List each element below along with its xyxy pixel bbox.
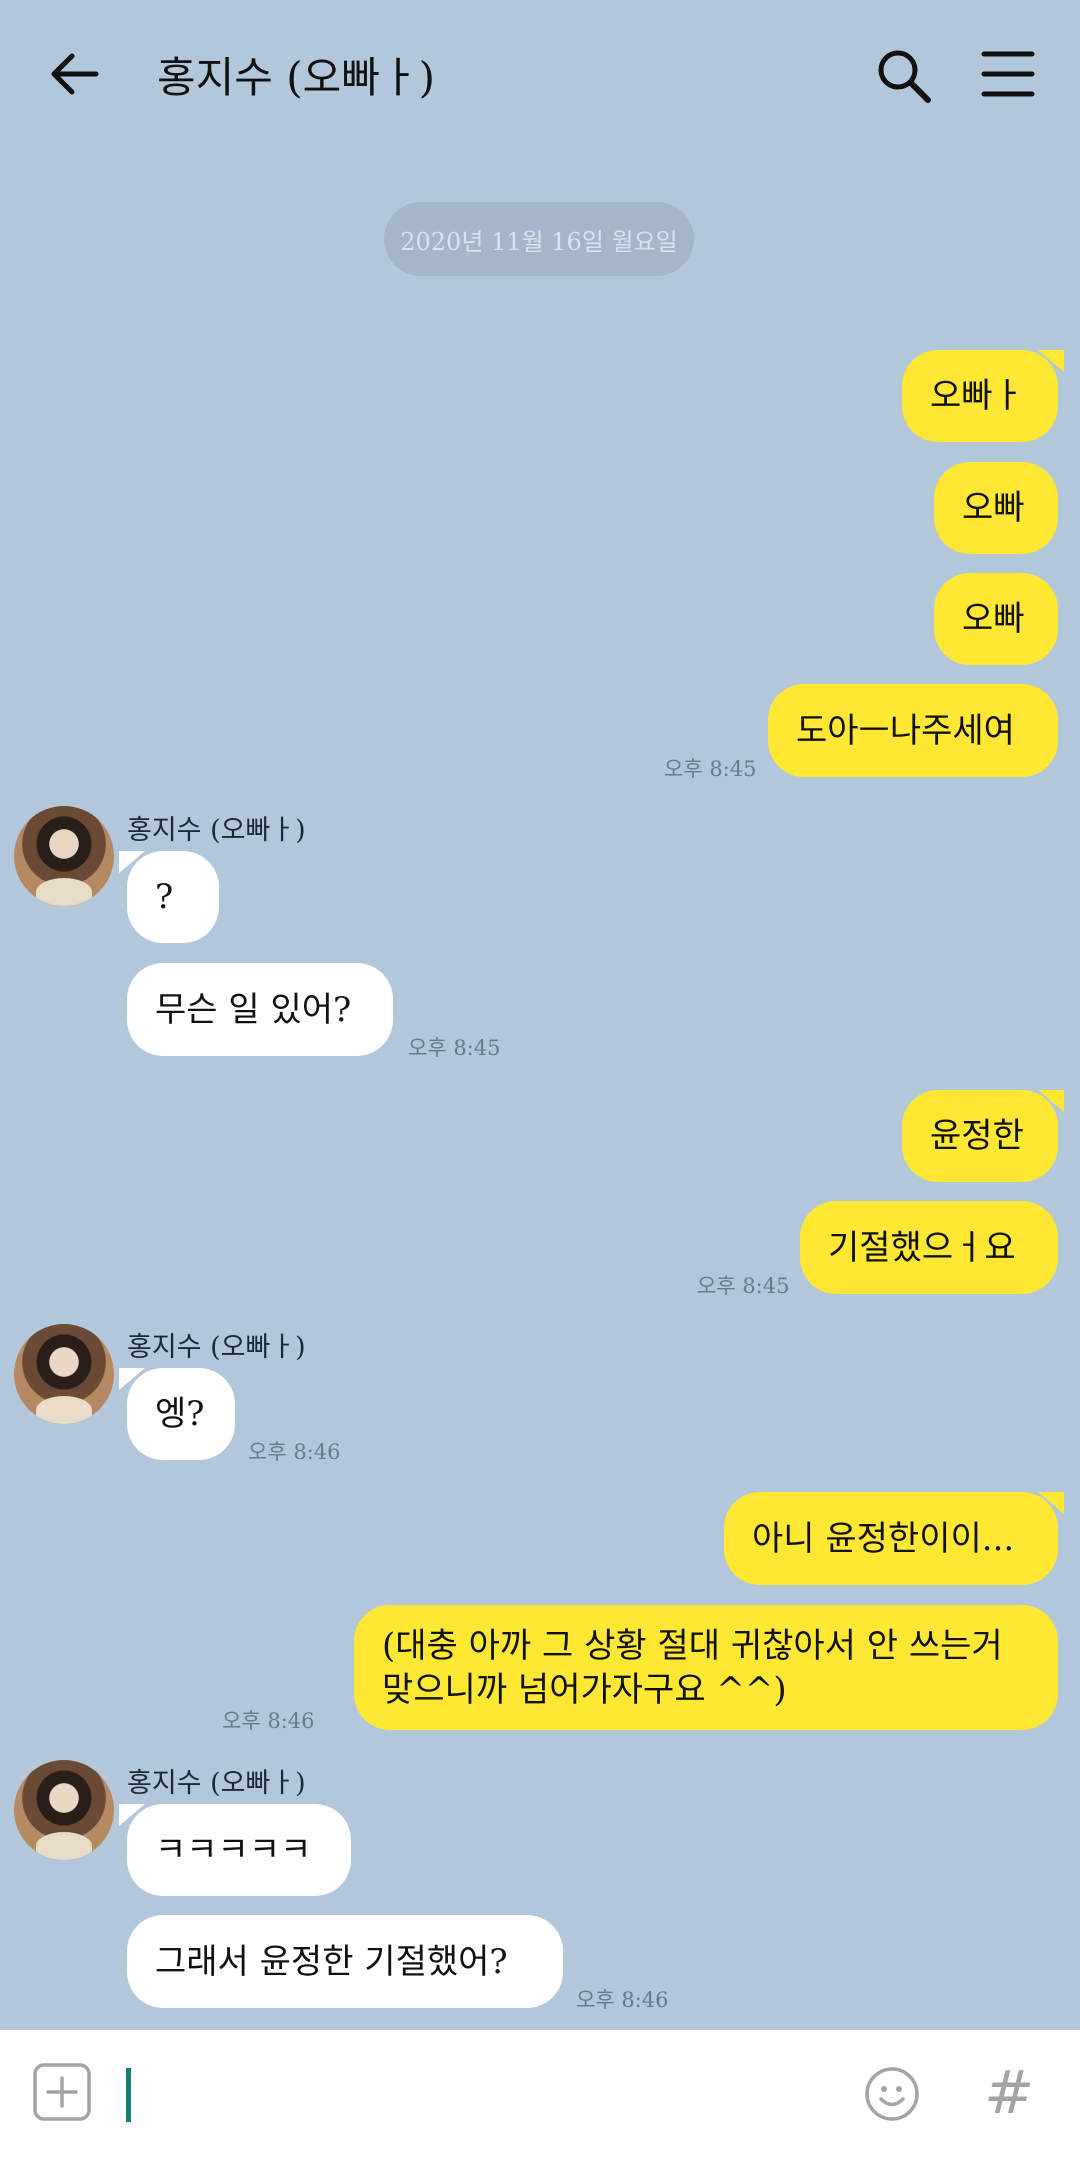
- their-message-bubble[interactable]: 그래서 윤정한 기절했어?: [127, 1915, 563, 2008]
- their-message-bubble[interactable]: 엥?: [119, 1368, 235, 1460]
- my-message-bubble[interactable]: 기절했으ㅓ요: [800, 1201, 1058, 1294]
- message-text: ?: [155, 877, 174, 917]
- message-time: 오후 8:46: [576, 1988, 669, 2012]
- date-divider: 2020년 11월 16일 월요일: [384, 202, 694, 276]
- sender-name: 홍지수 (오빠ㅏ): [127, 1768, 306, 1799]
- emoji-button[interactable]: [862, 2064, 922, 2124]
- message-time: 오후 8:46: [222, 1709, 315, 1733]
- their-message-bubble[interactable]: ?: [119, 851, 219, 943]
- hashtag-icon: #: [984, 2058, 1035, 2128]
- my-message-bubble[interactable]: 아니 윤정한이이...: [724, 1492, 1064, 1585]
- message-text: 엥?: [155, 1394, 205, 1434]
- message-time: 오후 8:45: [697, 1274, 790, 1298]
- message-text: 윤정한: [930, 1116, 1024, 1156]
- message-text: 오빠: [962, 488, 1025, 528]
- message-text: 그래서 윤정한 기절했어?: [155, 1941, 508, 1982]
- message-text: 무슨 일 있어?: [155, 989, 352, 1030]
- search-button[interactable]: [872, 44, 936, 108]
- message-text: 아니 윤정한이이...: [752, 1518, 1015, 1559]
- sender-name: 홍지수 (오빠ㅏ): [127, 1332, 306, 1363]
- message-text-line: (대충 아까 그 상황 절대 귀찮아서 안 쓰는거: [382, 1625, 1003, 1666]
- my-message-bubble[interactable]: 오빠: [934, 573, 1058, 665]
- their-message-bubble[interactable]: ㅋㅋㅋㅋㅋ: [119, 1804, 351, 1896]
- smiley-icon: [865, 2067, 919, 2121]
- avatar[interactable]: [14, 1324, 114, 1424]
- hamburger-menu-icon: [981, 51, 1035, 97]
- my-message-bubble[interactable]: 윤정한: [902, 1090, 1064, 1182]
- message-text-line: 맞으니까 넘어가자구요 ^^): [382, 1669, 787, 1710]
- hashtag-button[interactable]: #: [984, 2056, 1044, 2130]
- message-input[interactable]: [126, 2068, 131, 2122]
- arrow-left-icon: [51, 53, 99, 95]
- attach-button[interactable]: [30, 2060, 94, 2124]
- my-message-bubble[interactable]: 오빠ㅏ: [902, 350, 1064, 442]
- message-text: 도아ㅡ나주세여: [796, 710, 1015, 751]
- message-time: 오후 8:45: [408, 1036, 501, 1060]
- message-text: 오빠: [962, 599, 1025, 639]
- message-text: 오빠ㅏ: [930, 376, 1024, 416]
- menu-button[interactable]: [980, 48, 1036, 100]
- avatar[interactable]: [14, 806, 114, 906]
- avatar[interactable]: [14, 1760, 114, 1860]
- chat-title: 홍지수 (오빠ㅏ): [157, 53, 435, 102]
- their-message-bubble[interactable]: 무슨 일 있어?: [127, 963, 393, 1056]
- search-icon: [878, 50, 931, 103]
- message-text: ㅋㅋㅋㅋㅋ: [155, 1830, 312, 1870]
- message-text: 기절했으ㅓ요: [828, 1227, 1016, 1268]
- plus-box-icon: [33, 2063, 91, 2121]
- my-message-bubble[interactable]: 도아ㅡ나주세여: [768, 684, 1058, 777]
- back-button[interactable]: [44, 44, 114, 104]
- message-time: 오후 8:46: [248, 1440, 341, 1464]
- my-message-bubble[interactable]: (대충 아까 그 상황 절대 귀찮아서 안 쓰는거 맞으니까 넘어가자구요 ^^…: [354, 1605, 1058, 1730]
- sender-name: 홍지수 (오빠ㅏ): [127, 815, 306, 846]
- message-time: 오후 8:45: [664, 757, 757, 781]
- my-message-bubble[interactable]: 오빠: [934, 462, 1058, 554]
